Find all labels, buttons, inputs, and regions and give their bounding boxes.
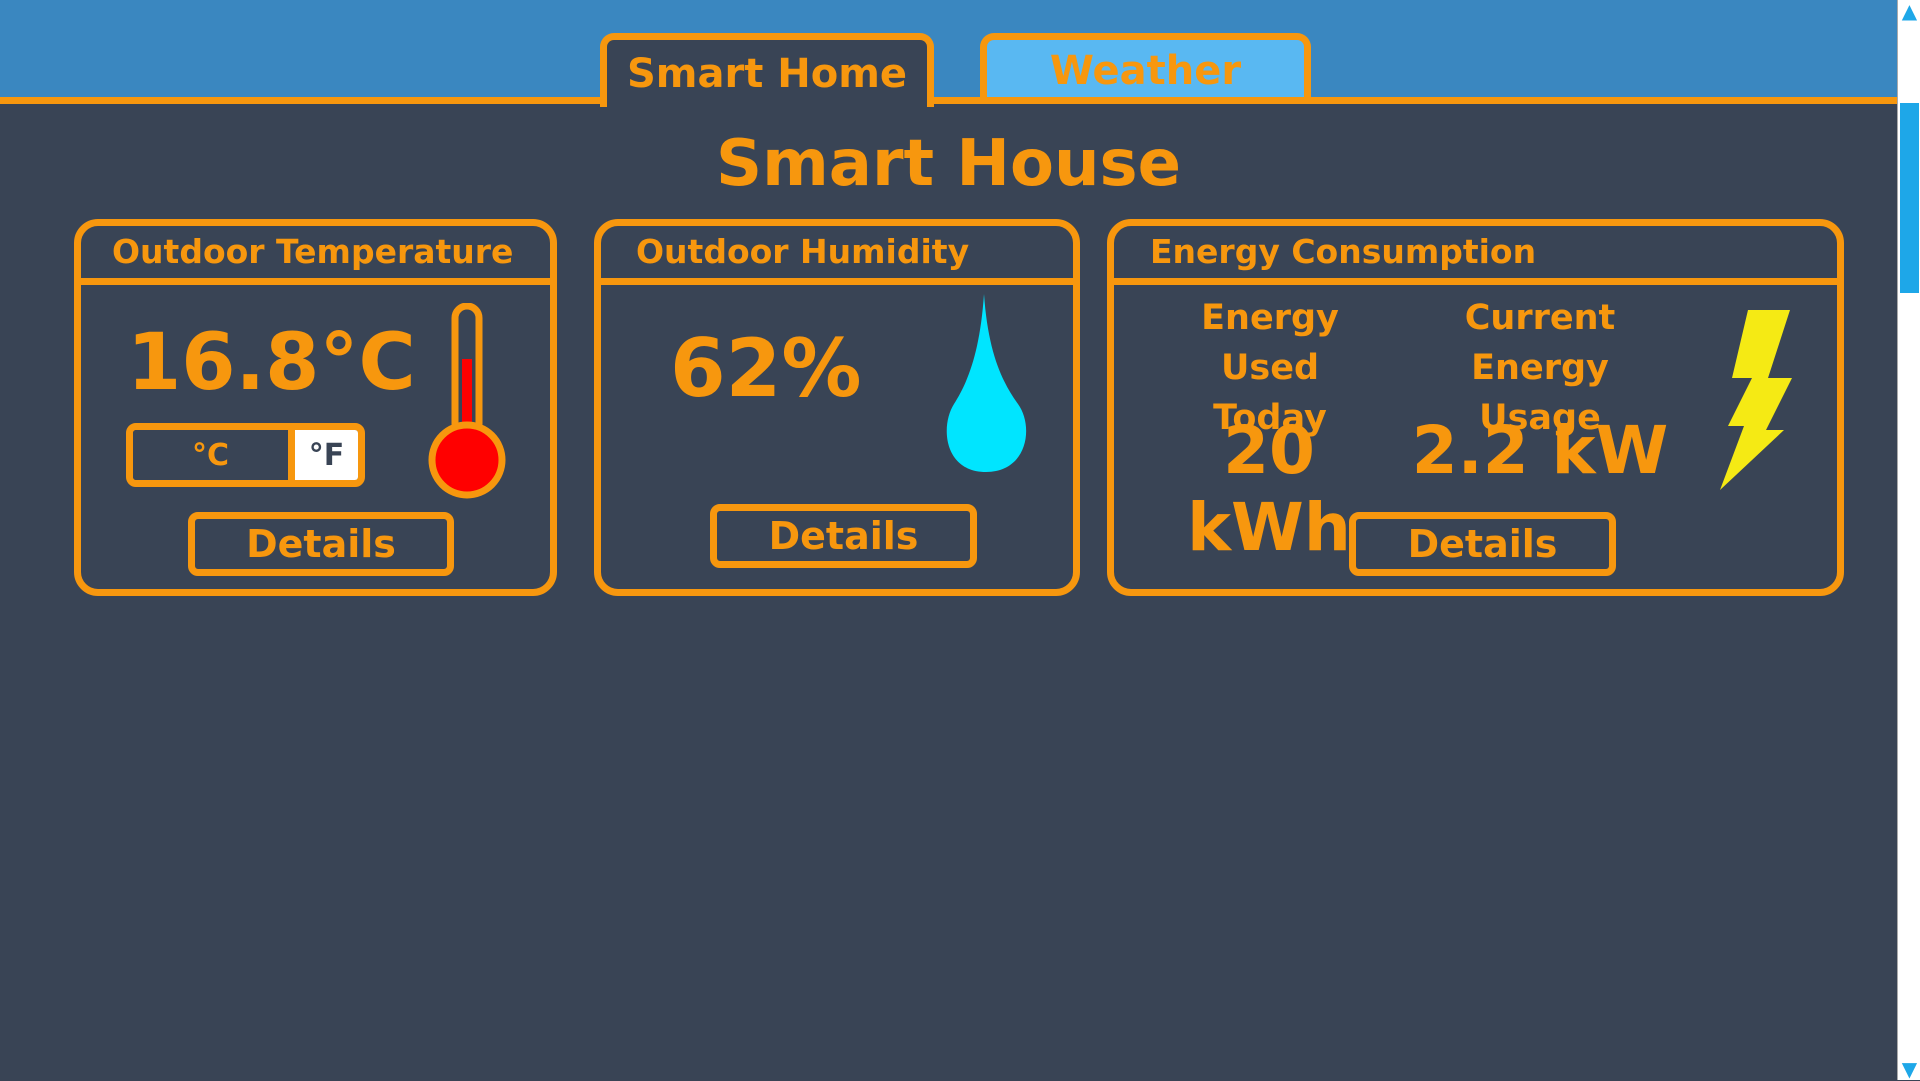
tab-label: Weather [1049,47,1242,94]
details-label: Details [1407,522,1558,566]
details-label: Details [246,522,396,566]
energy-details-button[interactable]: Details [1349,512,1616,576]
tab-weather[interactable]: Weather [980,33,1311,97]
label-line: Energy Used [1201,298,1339,388]
humidity-value: 62% [670,322,862,415]
page-title: Smart House [716,127,1181,201]
temperature-unit-toggle[interactable]: °C °F [126,423,365,487]
card-header: Outdoor Humidity [601,226,1073,285]
water-drop-icon [946,294,1027,472]
current-energy-usage-value: 2.2 kW [1411,412,1669,489]
humidity-details-button[interactable]: Details [710,504,977,568]
tab-smart-home[interactable]: Smart Home [600,33,934,107]
tab-label: Smart Home [626,50,908,97]
energy-consumption-card: Energy Consumption Energy Used Today Cur… [1107,219,1844,596]
scroll-up-arrow-icon[interactable]: ▲ [1898,0,1920,22]
top-bar [0,0,1897,104]
outdoor-temperature-card: Outdoor Temperature 16.8°C °C °F Details [74,219,557,596]
celsius-option[interactable]: °C [133,430,288,480]
temperature-value: 16.8°C [127,318,416,408]
details-label: Details [768,514,919,558]
vertical-scrollbar[interactable]: ▲ ▼ [1897,0,1920,1080]
card-title: Outdoor Temperature [112,232,514,271]
temperature-details-button[interactable]: Details [188,512,454,576]
thermometer-icon [428,303,506,499]
card-header: Outdoor Temperature [81,226,550,285]
scroll-down-arrow-icon[interactable]: ▼ [1898,1058,1920,1080]
card-title: Outdoor Humidity [636,232,970,271]
fahrenheit-option[interactable]: °F [288,430,358,480]
label-line: Current Energy [1464,298,1616,388]
card-header: Energy Consumption [1114,226,1837,285]
lightning-icon [1720,310,1792,490]
card-title: Energy Consumption [1150,232,1537,271]
scroll-thumb[interactable] [1900,103,1919,293]
outdoor-humidity-card: Outdoor Humidity 62% Details [594,219,1080,596]
